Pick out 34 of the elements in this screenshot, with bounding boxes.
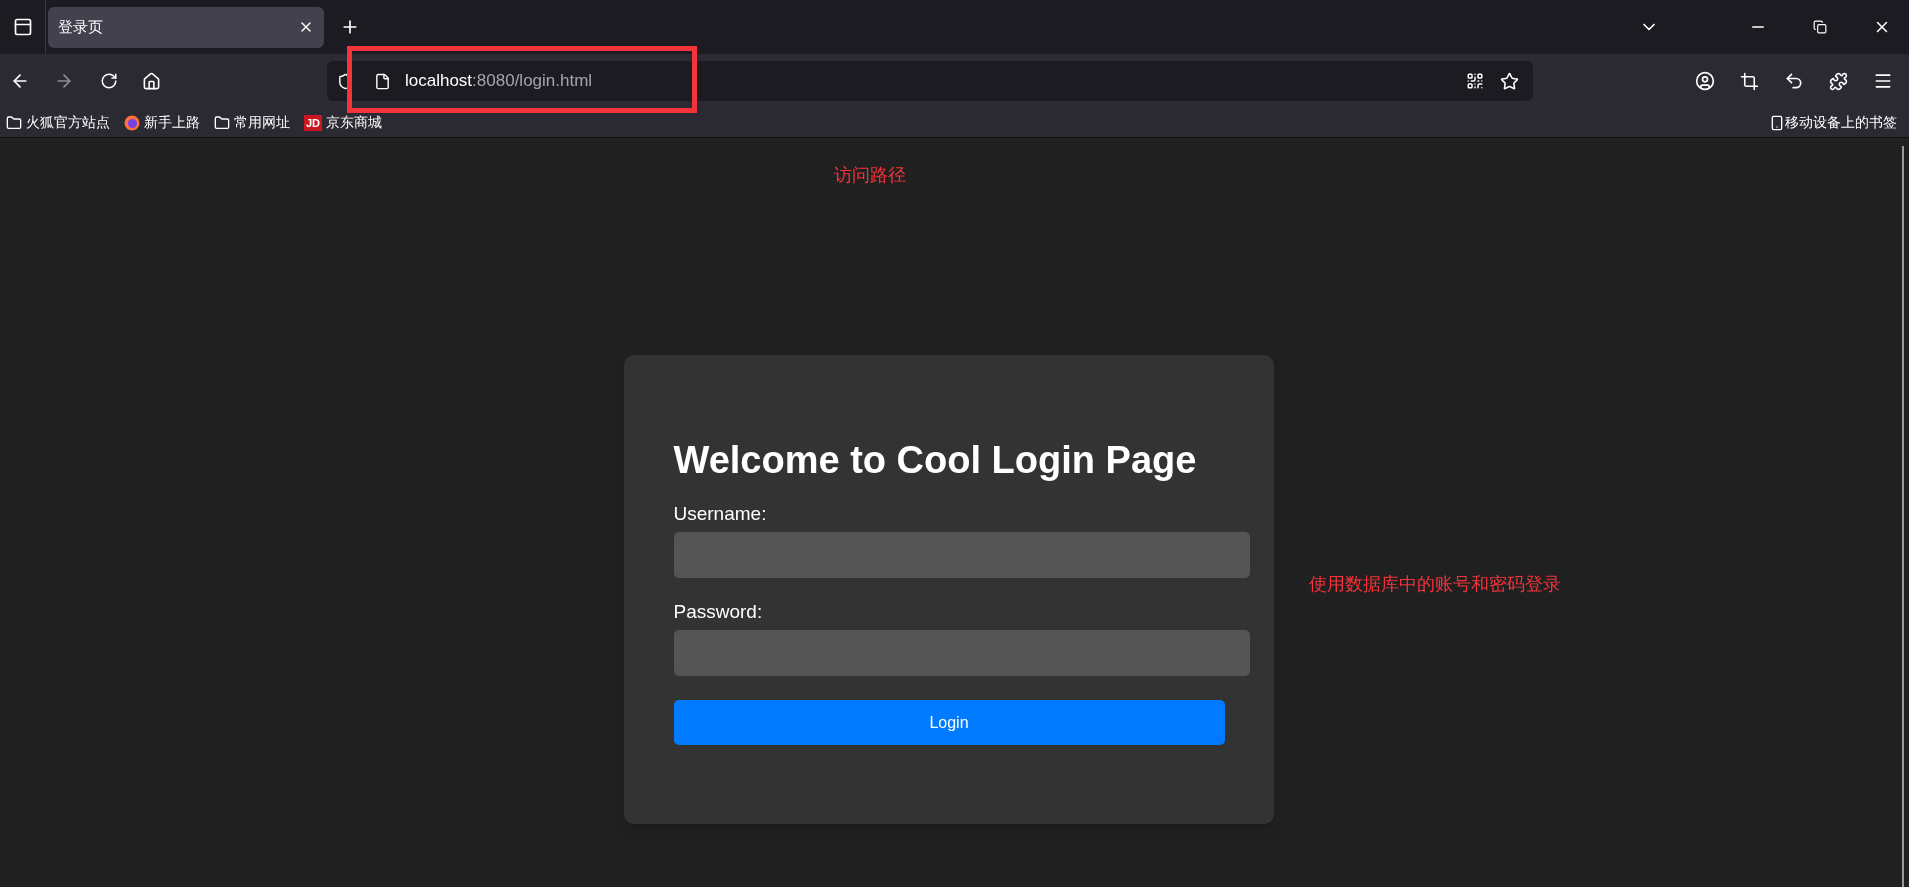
page-title: Welcome to Cool Login Page <box>673 438 1197 483</box>
page-icon <box>374 72 391 90</box>
bookmark-item[interactable]: 京东商城 <box>326 112 383 133</box>
field-label: Password: <box>673 600 763 624</box>
menu-icon[interactable] <box>1873 71 1893 91</box>
reply-arrow-icon[interactable] <box>1784 71 1804 91</box>
tab-title: 登录页 <box>58 16 104 37</box>
qr-code-icon[interactable] <box>1466 72 1484 90</box>
crop-icon[interactable] <box>1740 71 1759 91</box>
annotation-note: 使用数据库中的账号和密码登录 <box>1309 573 1561 596</box>
mobile-bookmarks-link[interactable]: 移动设备上的书签 <box>1785 112 1897 133</box>
field-label: Username: <box>673 502 767 526</box>
input-field[interactable] <box>673 532 1250 578</box>
url-text: localhost:8080/login.html <box>405 70 593 93</box>
tab-list-icon[interactable] <box>12 17 33 37</box>
bookmark-item[interactable]: 火狐官方站点 <box>26 112 110 133</box>
annotation-note: 访问路径 <box>834 164 906 187</box>
address-bar[interactable]: localhost:8080/login.html <box>327 61 1533 101</box>
input-field[interactable] <box>673 630 1250 676</box>
folder-icon <box>6 114 22 131</box>
store-logo-icon: JD <box>304 114 323 131</box>
restore-icon[interactable] <box>1813 20 1827 34</box>
bookmark-item[interactable]: 常用网址 <box>234 112 290 133</box>
account-icon[interactable] <box>1695 71 1715 91</box>
star-icon[interactable] <box>1500 71 1519 91</box>
folder-icon <box>214 114 230 131</box>
browser-logo-icon <box>124 114 140 131</box>
reload-icon[interactable] <box>100 72 118 90</box>
bookmark-item[interactable]: 新手上路 <box>144 112 200 133</box>
home-icon[interactable] <box>142 71 161 91</box>
puzzle-icon[interactable] <box>1829 71 1848 91</box>
browser-tab[interactable]: 登录页 <box>48 6 324 48</box>
login-button[interactable]: Login <box>673 700 1225 745</box>
phone-icon <box>1769 114 1785 131</box>
